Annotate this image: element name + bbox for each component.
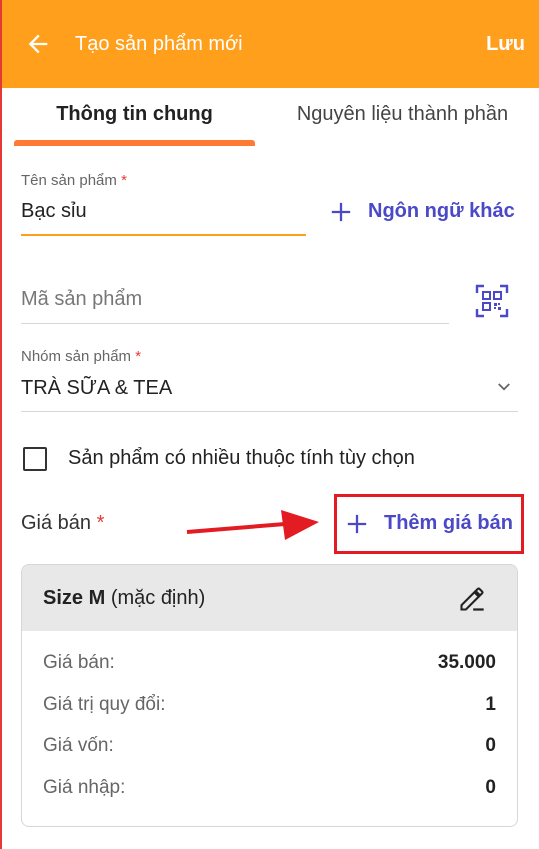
product-name-input[interactable]: Bạc sỉu <box>21 200 87 223</box>
cost-row-value: 0 <box>485 735 496 756</box>
chevron-down-icon[interactable] <box>495 378 513 396</box>
price-card: Size M (mặc định) Giá bán: 35.000 Giá tr… <box>21 564 518 827</box>
tab-ingredients[interactable]: Nguyên liệu thành phần <box>280 88 525 148</box>
conversion-row-label: Giá trị quy đổi: <box>43 694 166 715</box>
default-note: (mặc định) <box>110 587 206 609</box>
add-price-label: Thêm giá bán <box>384 512 513 534</box>
price-card-header: Size M (mặc định) <box>22 565 517 631</box>
tab-bar: Thông tin chung Nguyên liệu thành phần <box>0 88 539 148</box>
annotation-arrow-icon <box>186 510 319 540</box>
multiple-options-label: Sản phẩm có nhiều thuộc tính tùy chọn <box>68 447 415 469</box>
product-group-select[interactable]: TRÀ SỮA & TEA <box>21 377 172 400</box>
price-card-title: Size M (mặc định) <box>43 587 205 610</box>
save-button[interactable]: Lưu <box>486 33 525 56</box>
back-arrow-icon[interactable] <box>24 30 52 58</box>
required-mark: * <box>121 172 127 189</box>
product-group-label-text: Nhóm sản phẩm <box>21 348 132 365</box>
product-name-underline <box>21 234 306 236</box>
add-language-label: Ngôn ngữ khác <box>368 200 515 222</box>
required-mark: * <box>135 348 142 365</box>
add-price-button[interactable]: Thêm giá bán <box>346 512 513 535</box>
edit-pencil-icon[interactable] <box>458 585 486 613</box>
active-tab-indicator <box>14 140 255 146</box>
plus-icon <box>347 514 367 533</box>
cost-row-label: Giá vốn: <box>43 735 114 756</box>
qr-code-icon[interactable] <box>475 284 509 318</box>
product-group-underline <box>21 411 518 412</box>
product-group-label: Nhóm sản phẩm * <box>21 348 141 365</box>
page-title: Tạo sản phẩm mới <box>75 33 243 55</box>
app-bar: Tạo sản phẩm mới Lưu <box>0 0 539 88</box>
import-price-row-value: 0 <box>485 777 496 798</box>
price-label-text: Giá bán <box>21 512 92 534</box>
price-row-label: Giá bán: <box>43 652 115 673</box>
price-label: Giá bán * <box>21 512 104 535</box>
product-name-label-text: Tên sản phẩm <box>21 172 117 189</box>
left-border <box>0 0 2 849</box>
conversion-row-value: 1 <box>485 694 496 715</box>
price-row-value: 35.000 <box>437 652 496 673</box>
product-name-label: Tên sản phẩm * <box>21 172 127 189</box>
product-code-input[interactable]: Mã sản phẩm <box>21 288 142 311</box>
multiple-options-checkbox[interactable] <box>23 447 47 471</box>
plus-icon <box>331 202 351 221</box>
import-price-row-label: Giá nhập: <box>43 777 126 798</box>
product-code-underline <box>21 323 449 324</box>
size-name: Size M <box>43 587 106 609</box>
required-mark: * <box>96 512 105 534</box>
add-language-button[interactable]: Ngôn ngữ khác <box>330 200 515 223</box>
tab-general-info[interactable]: Thông tin chung <box>14 88 255 148</box>
